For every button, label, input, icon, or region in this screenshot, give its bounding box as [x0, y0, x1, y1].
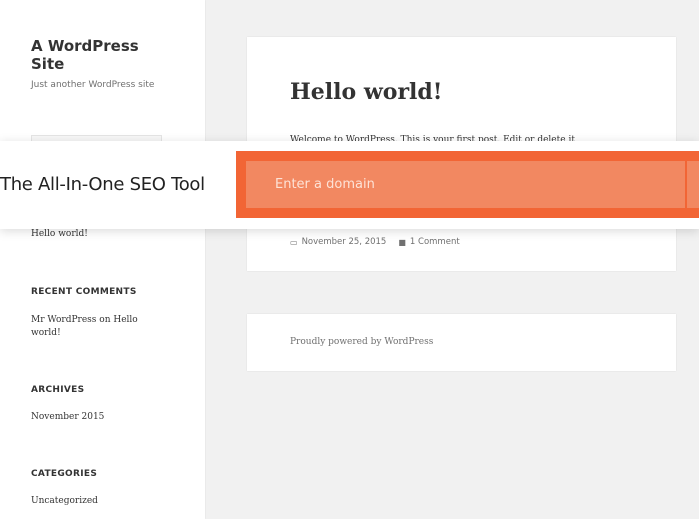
seo-domain-form: [236, 151, 699, 218]
footer-credit-link[interactable]: Proudly powered by WordPress: [290, 337, 433, 347]
archives-title: ARCHIVES: [31, 385, 85, 395]
seo-overlay-bar: The All-In-One SEO Tool: [0, 141, 699, 229]
site-title[interactable]: A WordPress Site: [31, 37, 161, 73]
comment-icon: ■: [398, 237, 406, 247]
site-footer: Proudly powered by WordPress: [247, 314, 676, 371]
sidebar: A WordPress Site Just another WordPress …: [0, 0, 205, 519]
category-link[interactable]: Uncategorized: [31, 496, 98, 506]
recent-comment-item: Mr WordPress on Hello world!: [31, 314, 151, 340]
post-meta: ▭ November 25, 2015 ■ 1 Comment: [290, 237, 460, 247]
comment-on-text: on: [96, 315, 114, 325]
seo-tagline: The All-In-One SEO Tool: [0, 174, 205, 195]
post-date-link[interactable]: November 25, 2015: [302, 237, 387, 247]
comment-author-link[interactable]: Mr WordPress: [31, 315, 96, 325]
site-description: Just another WordPress site: [31, 80, 155, 90]
recent-comments-title: RECENT COMMENTS: [31, 287, 137, 297]
recent-post-link[interactable]: Hello world!: [31, 229, 88, 239]
domain-submit-button[interactable]: [687, 161, 699, 208]
categories-title: CATEGORIES: [31, 469, 98, 479]
archive-link[interactable]: November 2015: [31, 412, 104, 422]
post-title[interactable]: Hello world!: [290, 79, 442, 105]
post-comments-link[interactable]: 1 Comment: [410, 237, 460, 247]
domain-input[interactable]: [246, 161, 685, 208]
calendar-icon: ▭: [290, 237, 298, 247]
